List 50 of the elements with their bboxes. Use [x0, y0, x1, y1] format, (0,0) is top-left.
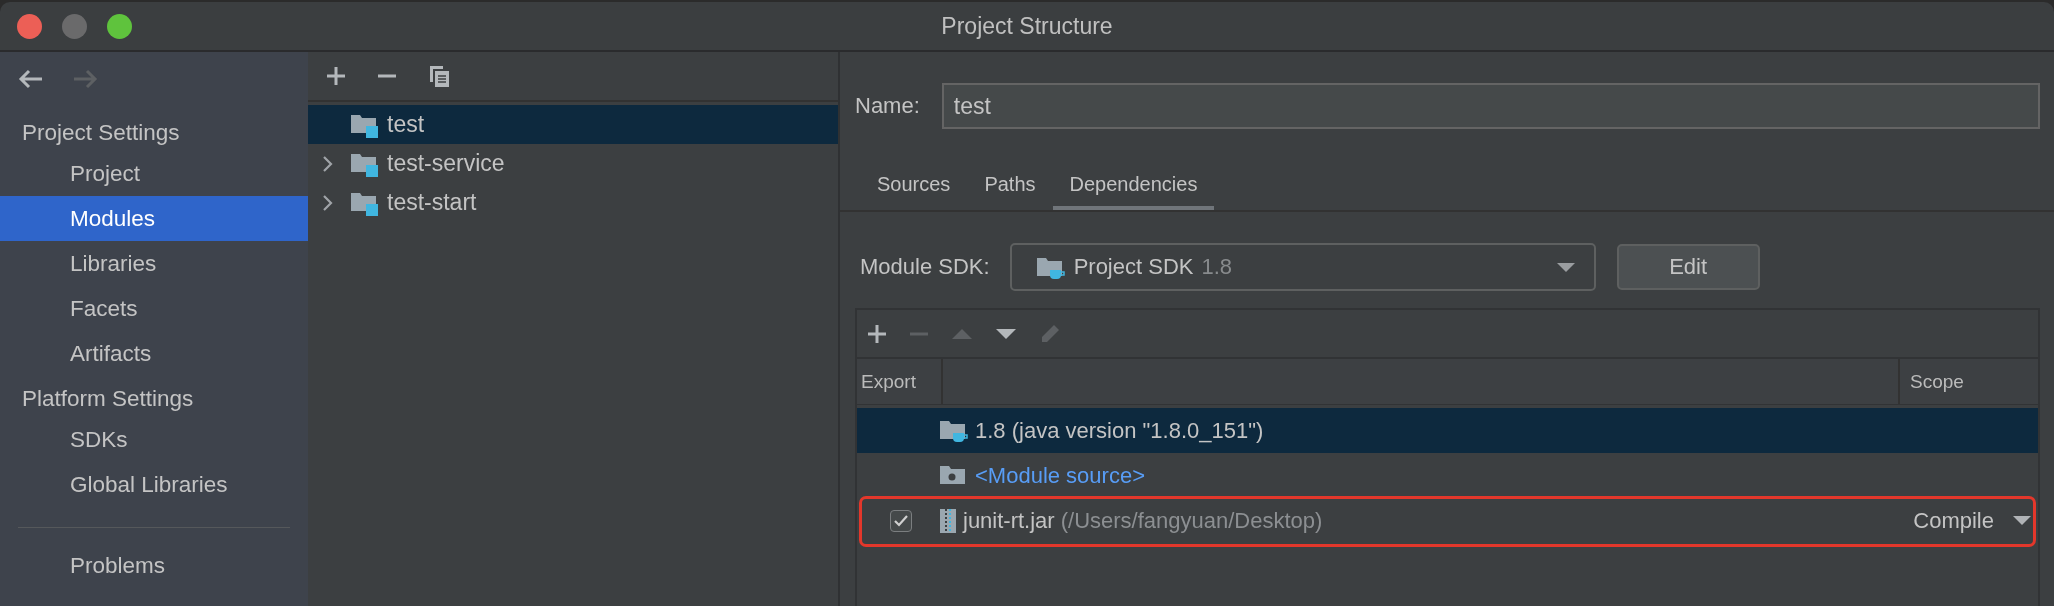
down-arrow-icon[interactable] [995, 327, 1017, 340]
field-label: Module SDK: [860, 254, 990, 280]
sidebar-item[interactable]: Artifacts [0, 331, 308, 376]
module-name: test-service [387, 150, 505, 177]
tree-row[interactable]: test [308, 105, 838, 144]
name-field[interactable]: test [941, 83, 2040, 129]
add-icon[interactable] [326, 66, 346, 86]
copy-icon[interactable] [428, 64, 450, 88]
library-name: junit-rt.jar [963, 507, 1055, 534]
sidebar-item[interactable]: Problems [0, 543, 308, 588]
caret-icon [2012, 515, 2032, 526]
section-heading: Project Settings [21, 119, 181, 147]
window-title: Project Structure [941, 12, 1113, 39]
zoom-button[interactable] [107, 13, 132, 39]
archive-icon [939, 507, 957, 534]
tab[interactable]: Paths [967, 161, 1053, 210]
back-arrow-icon[interactable] [18, 69, 44, 89]
chevron-icon[interactable] [322, 193, 334, 212]
tab[interactable]: Sources [860, 161, 968, 210]
add-icon[interactable] [867, 323, 887, 344]
column-header[interactable]: Scope [1898, 359, 2038, 404]
scope-dropdown[interactable]: Compile [1913, 507, 2038, 534]
library-path: (/Users/fangyuan/Desktop) [1060, 507, 1323, 534]
field-label: Name: [855, 93, 920, 119]
column-header[interactable]: Export [857, 359, 943, 404]
sidebar-item[interactable]: Global Libraries [0, 462, 308, 507]
sidebar-item[interactable]: Facets [0, 286, 308, 331]
edit-button[interactable]: Edit [1616, 244, 1760, 290]
sidebar-item[interactable]: Modules [0, 196, 308, 241]
remove-icon[interactable] [377, 74, 397, 78]
checkbox[interactable] [890, 509, 912, 532]
tab[interactable]: Dependencies [1052, 161, 1215, 210]
module-source-link[interactable]: <Module source> [975, 462, 1145, 489]
caret-icon [1555, 261, 1576, 273]
table-row[interactable]: 1.8 (java version "1.8.0_151") [857, 408, 2038, 453]
close-button[interactable] [17, 13, 42, 39]
sidebar-item[interactable]: Libraries [0, 241, 308, 286]
sdk-name: 1.8 (java version "1.8.0_151") [975, 417, 1264, 444]
table-row[interactable]: junit-rt.jar (/Users/fangyuan/Desktop) Compile [857, 498, 2038, 543]
sidebar-item[interactable]: SDKs [0, 417, 308, 462]
module-name: test [387, 111, 425, 138]
module-name: test-start [387, 189, 477, 216]
table-row[interactable]: <Module source> [857, 453, 2038, 498]
check-icon [893, 513, 909, 528]
tree-row[interactable]: test-service [308, 144, 838, 183]
tree-row[interactable]: test-start [308, 183, 838, 222]
section-heading: Platform Settings [21, 385, 195, 413]
sidebar-item[interactable]: Project [0, 151, 308, 196]
sdk-dropdown[interactable]: Project SDK 1.8 [1009, 243, 1596, 291]
chevron-icon[interactable] [322, 154, 334, 173]
